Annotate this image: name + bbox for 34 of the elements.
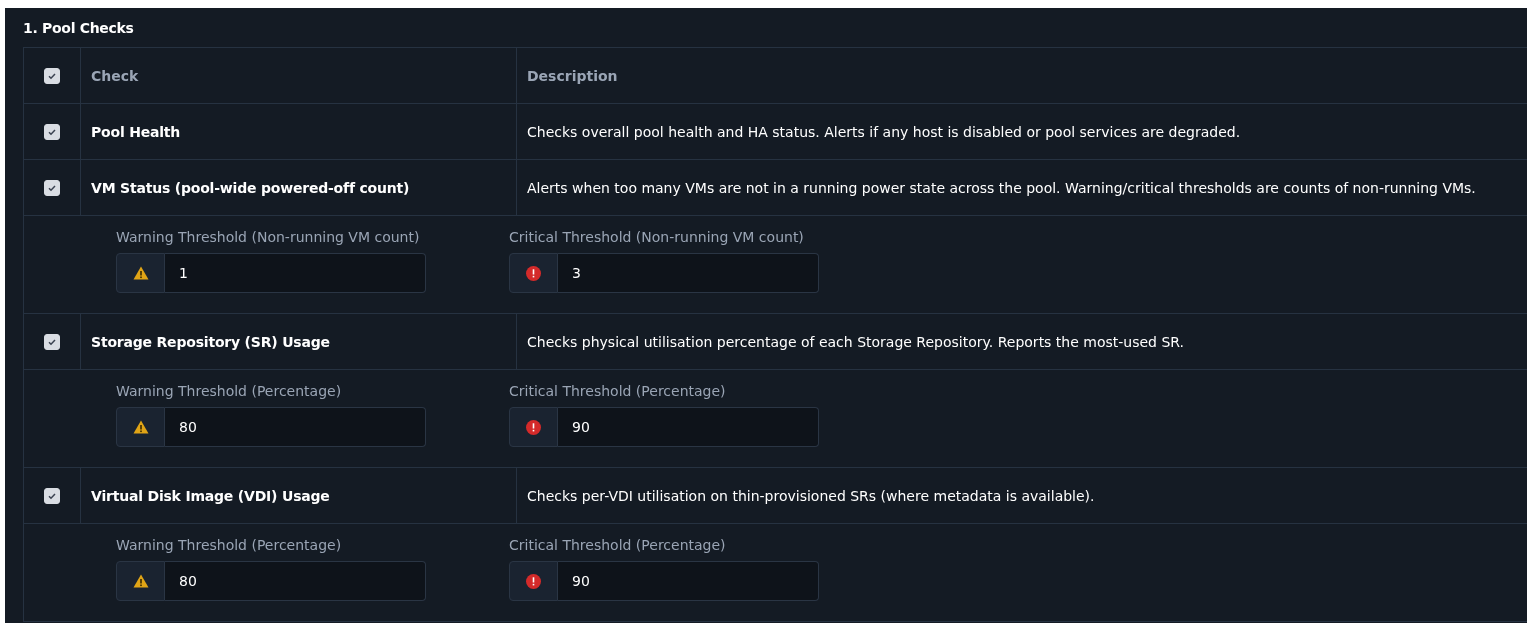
threshold-input[interactable]: 1 bbox=[165, 253, 426, 293]
column-header: Check bbox=[91, 67, 139, 84]
row-checkbox[interactable] bbox=[44, 333, 60, 350]
check-description: Checks per-VDI utilisation on thin-provisioned SRs (where metadata is available). bbox=[527, 487, 1095, 504]
warning-icon bbox=[132, 420, 149, 434]
check-description: Alerts when too many VMs are not in a running power state across the pool. Warning/critical thresholds are counts of non-running VMs. bbox=[527, 179, 1476, 196]
threshold-label: Warning Threshold (Percentage) bbox=[116, 383, 343, 399]
check-name: Virtual Disk Image (VDI) Usage bbox=[91, 487, 330, 504]
threshold-input[interactable]: 90 bbox=[558, 561, 819, 601]
threshold-input[interactable]: 80 bbox=[165, 561, 426, 601]
error-icon bbox=[526, 265, 541, 281]
check-name: Storage Repository (SR) Usage bbox=[91, 333, 330, 350]
check-description: Checks overall pool health and HA status. Alerts if any host is disabled or pool services are degraded. bbox=[527, 123, 1241, 140]
check-description: Checks physical utilisation percentage of each Storage Repository. Reports the most-used SR. bbox=[527, 333, 1184, 350]
threshold-label: Warning Threshold (Non-running VM count) bbox=[116, 229, 421, 245]
threshold-label: Critical Threshold (Non-running VM count) bbox=[509, 229, 805, 245]
section-title: 1. Pool Checks bbox=[23, 20, 135, 36]
threshold-label: Critical Threshold (Percentage) bbox=[509, 383, 727, 399]
select-all-checkbox[interactable] bbox=[44, 67, 60, 84]
row-checkbox[interactable] bbox=[44, 123, 60, 140]
threshold-input[interactable]: 90 bbox=[558, 407, 819, 447]
row-checkbox[interactable] bbox=[44, 487, 60, 504]
error-icon bbox=[526, 419, 541, 435]
column-header: Description bbox=[527, 67, 618, 84]
threshold-input[interactable]: 3 bbox=[558, 253, 819, 293]
row-checkbox[interactable] bbox=[44, 179, 60, 196]
check-name: VM Status (pool-wide powered-off count) bbox=[91, 179, 410, 196]
threshold-input[interactable]: 80 bbox=[165, 407, 426, 447]
check-name: Pool Health bbox=[91, 123, 181, 140]
threshold-label: Critical Threshold (Percentage) bbox=[509, 537, 727, 553]
error-icon bbox=[526, 573, 541, 589]
warning-icon bbox=[132, 574, 149, 588]
threshold-label: Warning Threshold (Percentage) bbox=[116, 537, 343, 553]
warning-icon bbox=[132, 266, 149, 280]
